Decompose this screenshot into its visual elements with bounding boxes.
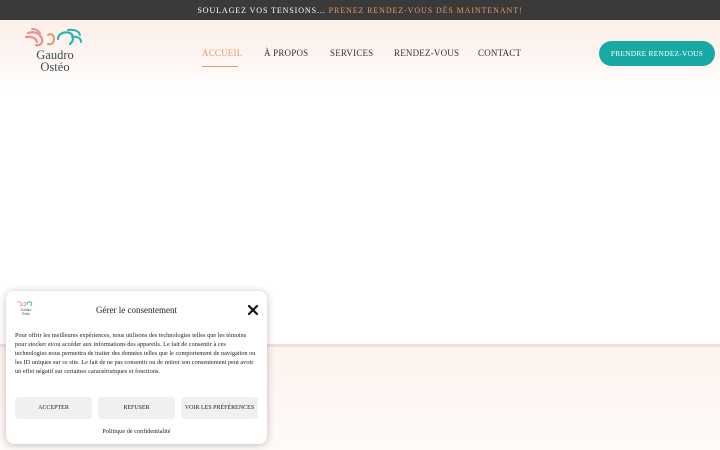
close-icon[interactable] — [247, 303, 259, 316]
logo-wordmark: Gaudro Ostéo — [28, 49, 82, 74]
nav-item-a-propos[interactable]: À PROPOS — [264, 48, 308, 58]
cookie-consent-dialog: Gaudro Ostéo Gérer le consentement Pour … — [6, 291, 267, 444]
announcement-bar: SOULAGEZ VOS TENSIONS... PRENEZ RENDEZ-V… — [0, 0, 720, 20]
nav-item-services[interactable]: SERVICES — [330, 48, 373, 58]
accept-button[interactable]: ACCEPTER — [15, 397, 92, 419]
nav-item-rendez-vous[interactable]: RENDEZ-VOUS — [394, 48, 459, 58]
nav-item-accueil[interactable]: ACCUEIL — [202, 48, 242, 58]
privacy-policy-link[interactable]: Politique de confidentialité — [6, 428, 267, 435]
book-appointment-button[interactable]: PRENDRE RENDEZ-VOUS — [599, 41, 715, 66]
nav-item-contact[interactable]: CONTACT — [478, 48, 521, 58]
consent-title: Gérer le consentement — [96, 305, 177, 315]
close-x-glyph — [247, 304, 259, 316]
announcement-link[interactable]: PRENEZ RENDEZ-VOUS DÈS MAINTENANT! — [329, 6, 523, 15]
logo-line2: Ostéo — [40, 60, 70, 74]
refuse-button[interactable]: REFUSER — [98, 397, 175, 419]
nav-active-underline — [202, 66, 238, 67]
view-preferences-button[interactable]: VOIR LES PRÉFÉRENCES — [181, 397, 258, 419]
site-logo[interactable]: Gaudro Ostéo — [24, 27, 86, 83]
announcement-text: SOULAGEZ VOS TENSIONS... — [197, 5, 326, 15]
site-header: Gaudro Ostéo ACCUEIL À PROPOS SERVICES R… — [0, 20, 720, 90]
consent-description: Pour offrir les meilleures expériences, … — [15, 332, 256, 375]
